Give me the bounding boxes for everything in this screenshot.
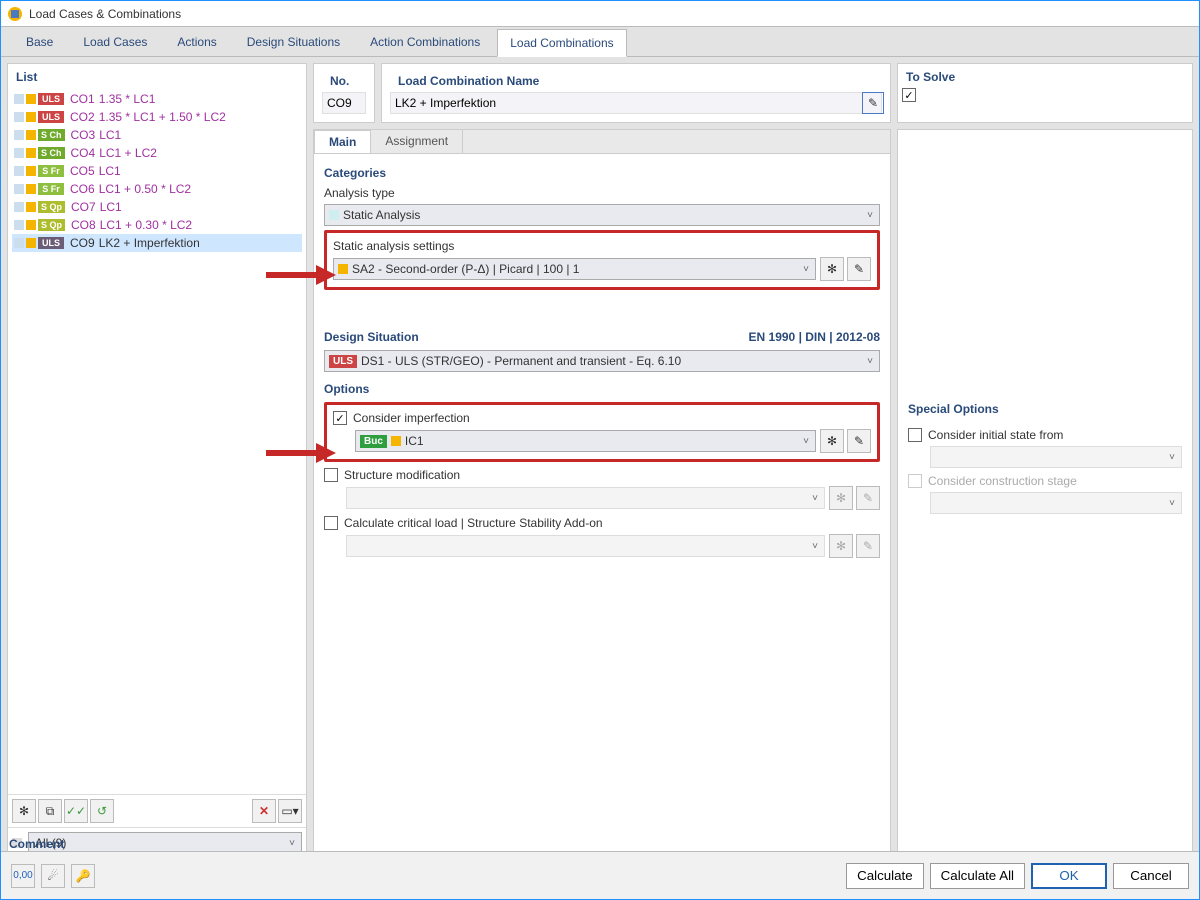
window-title: Load Cases & Combinations: [29, 7, 181, 21]
static-settings-select[interactable]: SA2 - Second-order (P-Δ) | Picard | 100 …: [333, 258, 816, 280]
list-label: List: [8, 64, 306, 88]
app-icon: [7, 6, 23, 22]
structure-mod-select: [346, 487, 825, 509]
construction-stage-select: [930, 492, 1182, 514]
analysis-type-select[interactable]: Static Analysis: [324, 204, 880, 226]
tab-load-combinations[interactable]: Load Combinations: [497, 29, 626, 57]
to-solve-panel: To Solve: [897, 63, 1193, 123]
design-situation-group: Design Situation EN 1990 | DIN | 2012-08…: [324, 330, 880, 372]
static-settings-label: Static analysis settings: [333, 239, 871, 253]
footer: 0,00 ☄ 🔑 Calculate Calculate All OK Canc…: [1, 851, 1199, 899]
structure-mod-label: Structure modification: [344, 468, 460, 482]
list-toolbar: ✻ ⧉ ✓✓ ↺ ✕ ▭▾: [8, 794, 306, 827]
new-critical-icon: ✻: [829, 534, 853, 558]
list-row-CO6[interactable]: S FrCO6LC1 + 0.50 * LC2: [12, 180, 302, 198]
model-icon[interactable]: ☄: [41, 864, 65, 888]
tab-load-cases[interactable]: Load Cases: [70, 28, 160, 56]
design-standard: EN 1990 | DIN | 2012-08: [749, 330, 880, 344]
cancel-button[interactable]: Cancel: [1113, 863, 1189, 889]
to-solve-title: To Solve: [898, 64, 1192, 88]
imperfection-highlight: Consider imperfection Buc IC1 ✻ ✎: [324, 402, 880, 462]
name-panel: Load Combination Name ✎: [381, 63, 891, 123]
design-situation-select[interactable]: ULS DS1 - ULS (STR/GEO) - Permanent and …: [324, 350, 880, 372]
number-field[interactable]: [322, 92, 366, 114]
subtab-assignment[interactable]: Assignment: [371, 130, 463, 153]
analysis-type-label: Analysis type: [324, 186, 880, 200]
static-settings-highlight: Static analysis settings SA2 - Second-or…: [324, 230, 880, 290]
to-solve-checkbox[interactable]: [902, 88, 916, 102]
list-row-CO3[interactable]: S ChCO3LC1: [12, 126, 302, 144]
list-panel: List ULSCO11.35 * LC1ULSCO21.35 * LC1 + …: [7, 63, 307, 859]
highlight-arrow-1: [266, 263, 336, 287]
categories-title: Categories: [324, 166, 880, 180]
name-label: Load Combination Name: [390, 68, 882, 92]
tab-action-combinations[interactable]: Action Combinations: [357, 28, 493, 56]
list-row-CO1[interactable]: ULSCO11.35 * LC1: [12, 90, 302, 108]
list-row-CO9[interactable]: ULSCO9LK2 + Imperfektion: [12, 234, 302, 252]
highlight-arrow-2: [266, 441, 336, 465]
critical-load-label: Calculate critical load | Structure Stab…: [344, 516, 603, 530]
imperfection-label: Consider imperfection: [353, 411, 470, 425]
edit-name-icon[interactable]: ✎: [862, 92, 884, 114]
list-row-CO8[interactable]: S QpCO8LC1 + 0.30 * LC2: [12, 216, 302, 234]
uncheck-icon[interactable]: ↺: [90, 799, 114, 823]
initial-state-select: [930, 446, 1182, 468]
list-row-CO2[interactable]: ULSCO21.35 * LC1 + 1.50 * LC2: [12, 108, 302, 126]
name-field[interactable]: [390, 92, 882, 114]
categories-group: Categories Analysis type Static Analysis…: [324, 166, 880, 290]
buc-badge: Buc: [360, 435, 387, 448]
copy-item-icon[interactable]: ⧉: [38, 799, 62, 823]
new-imperfection-icon[interactable]: ✻: [820, 429, 844, 453]
new-structmod-icon: ✻: [829, 486, 853, 510]
construction-stage-label: Consider construction stage: [928, 474, 1077, 488]
check-icon[interactable]: ✓✓: [64, 799, 88, 823]
units-icon[interactable]: 0,00: [11, 864, 35, 888]
initial-state-label: Consider initial state from: [928, 428, 1063, 442]
options-title: Options: [324, 382, 880, 396]
load-combination-list[interactable]: ULSCO11.35 * LC1ULSCO21.35 * LC1 + 1.50 …: [8, 88, 306, 794]
special-options-panel: Special Options Consider initial state f…: [897, 129, 1193, 859]
subtab-main[interactable]: Main: [314, 130, 371, 153]
critical-load-checkbox[interactable]: [324, 516, 338, 530]
list-row-CO4[interactable]: S ChCO4LC1 + LC2: [12, 144, 302, 162]
titlebar: Load Cases & Combinations: [1, 1, 1199, 27]
detail-subtabs: Main Assignment: [314, 130, 890, 154]
list-row-CO5[interactable]: S FrCO5LC1: [12, 162, 302, 180]
comment-label: Comment: [314, 837, 890, 851]
edit-structmod-icon: ✎: [856, 486, 880, 510]
view-mode-icon[interactable]: ▭▾: [278, 799, 302, 823]
main-tabs: Base Load Cases Actions Design Situation…: [1, 27, 1199, 57]
uls-badge: ULS: [329, 355, 357, 368]
no-label: No.: [322, 68, 366, 92]
edit-critical-icon: ✎: [856, 534, 880, 558]
new-settings-icon[interactable]: ✻: [820, 257, 844, 281]
ok-button[interactable]: OK: [1031, 863, 1107, 889]
edit-imperfection-icon[interactable]: ✎: [847, 429, 871, 453]
construction-stage-checkbox: [908, 474, 922, 488]
special-options-title: Special Options: [908, 402, 1182, 416]
calculate-button[interactable]: Calculate: [846, 863, 924, 889]
delete-icon[interactable]: ✕: [252, 799, 276, 823]
list-row-CO7[interactable]: S QpCO7LC1: [12, 198, 302, 216]
tab-actions[interactable]: Actions: [164, 28, 229, 56]
edit-settings-icon[interactable]: ✎: [847, 257, 871, 281]
tab-base[interactable]: Base: [13, 28, 66, 56]
design-situation-title: Design Situation: [324, 330, 419, 344]
options-group: Options Consider imperfection Buc IC1: [324, 382, 880, 558]
calculate-all-button[interactable]: Calculate All: [930, 863, 1025, 889]
imperfection-checkbox[interactable]: [333, 411, 347, 425]
initial-state-checkbox[interactable]: [908, 428, 922, 442]
new-item-icon[interactable]: ✻: [12, 799, 36, 823]
key-icon[interactable]: 🔑: [71, 864, 95, 888]
tab-design-situations[interactable]: Design Situations: [234, 28, 353, 56]
critical-load-select: [346, 535, 825, 557]
number-panel: No.: [313, 63, 375, 123]
imperfection-select[interactable]: Buc IC1: [355, 430, 816, 452]
structure-mod-checkbox[interactable]: [324, 468, 338, 482]
